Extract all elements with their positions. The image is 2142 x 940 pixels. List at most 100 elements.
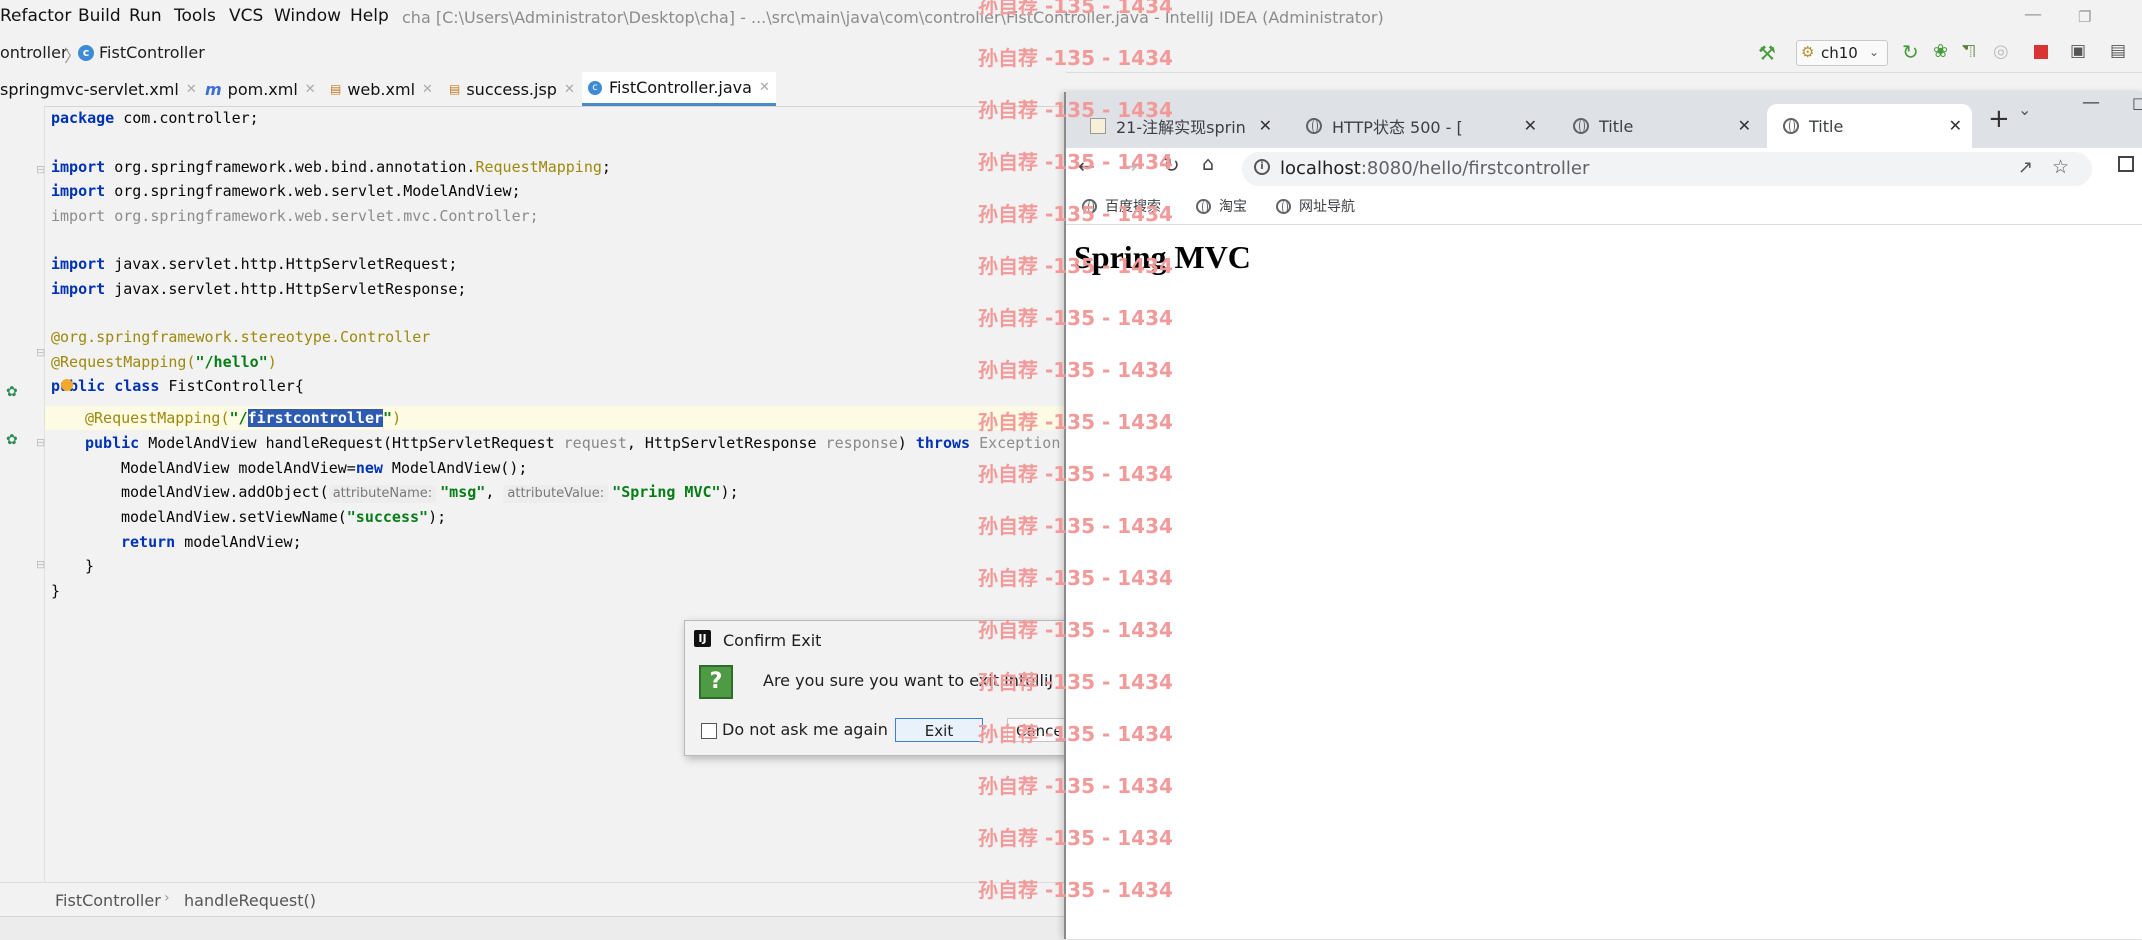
stop-icon[interactable] [2034, 45, 2048, 59]
code-editor[interactable]: package com.controller; import org.sprin… [45, 106, 1066, 882]
project-structure-icon[interactable]: ▣ [2070, 41, 2086, 61]
coverage-icon[interactable]: ⛠ [1962, 41, 1976, 65]
menu-build[interactable]: Build [78, 6, 121, 26]
layout-icon[interactable]: ▤ [2110, 41, 2126, 61]
close-icon[interactable]: ✕ [564, 82, 575, 97]
menu-window[interactable]: Window [274, 6, 341, 26]
watermark-text: 孙自荐 -135 - 1434 [978, 670, 1173, 694]
maximize-icon[interactable]: □ [2132, 94, 2142, 112]
url-text[interactable]: localhost:8080/hello/firstcontroller [1280, 158, 1589, 179]
tab-search-chevron-icon[interactable]: ⌄ [2018, 100, 2031, 119]
menu-vcs[interactable]: VCS [229, 6, 263, 26]
watermark-text: 孙自荐 -135 - 1434 [978, 46, 1173, 70]
menu-help[interactable]: Help [350, 6, 389, 26]
fold-icon[interactable]: ⊟ [36, 346, 45, 359]
fold-icon[interactable]: ⊟ [36, 558, 45, 571]
minimize-icon[interactable]: — [2024, 4, 2042, 25]
watermark-text: 孙自荐 -135 - 1434 [978, 514, 1173, 538]
nav-current[interactable]: FistController [99, 43, 205, 62]
close-icon[interactable]: ✕ [1524, 116, 1537, 135]
breadcrumb-method[interactable]: handleRequest() [184, 891, 316, 910]
close-icon[interactable]: ✕ [186, 82, 197, 97]
close-icon[interactable]: ✕ [759, 80, 770, 95]
breadcrumb-class[interactable]: FistController [55, 891, 161, 910]
maven-icon: m [205, 79, 222, 99]
share-icon[interactable]: ↗ [2018, 157, 2033, 178]
fold-icon[interactable]: ⊟ [36, 436, 45, 449]
browser-tab[interactable]: HTTP状态 500 - [ ✕ [1292, 104, 1547, 148]
dont-ask-label[interactable]: Do not ask me again [722, 720, 888, 739]
close-icon[interactable]: ✕ [1949, 116, 1962, 135]
site-info-icon[interactable]: i [1254, 159, 1270, 175]
close-icon[interactable]: ✕ [305, 82, 316, 97]
build-hammer-icon[interactable]: ⚒ [1758, 41, 1776, 65]
watermark-text: 孙自荐 -135 - 1434 [978, 306, 1173, 330]
fold-icon[interactable]: ⊟ [36, 163, 45, 176]
watermark-text: 孙自荐 -135 - 1434 [978, 98, 1173, 122]
new-tab-plus-icon[interactable]: + [1988, 104, 2010, 134]
code-line: public ModelAndView handleRequest(HttpSe… [85, 434, 1061, 452]
rerun-icon[interactable]: ↻ [1902, 40, 1919, 64]
browser-tab[interactable]: Title ✕ [1559, 104, 1761, 148]
watermark-text: 孙自荐 -135 - 1434 [978, 826, 1173, 850]
request-mapping-gutter-icon[interactable]: ✿ [6, 432, 18, 448]
browser-tab-active[interactable]: Title ✕ [1767, 104, 1972, 148]
tab-success-jsp[interactable]: ▤ success.jsp ✕ [449, 72, 575, 106]
close-icon[interactable]: ✕ [422, 82, 433, 97]
menu-tools[interactable]: Tools [174, 6, 216, 26]
code-line: @org.springframework.stereotype.Controll… [51, 328, 431, 346]
restore-icon[interactable]: ❐ [2078, 8, 2091, 26]
tab-pom-xml[interactable]: m pom.xml ✕ [205, 72, 316, 106]
xml-file-icon: ▤ [330, 82, 342, 96]
watermark-text: 孙自荐 -135 - 1434 [978, 358, 1173, 382]
watermark-text: 孙自荐 -135 - 1434 [978, 410, 1173, 434]
class-icon: c [588, 80, 602, 95]
editor-breadcrumbs: FistController › handleRequest() [0, 882, 1066, 917]
run-config-selector[interactable]: ⚙ ch10 ⌄ [1796, 40, 1888, 66]
dont-ask-checkbox[interactable] [701, 723, 717, 739]
tab-fistcontroller-java[interactable]: c FistController.java ✕ [582, 72, 776, 106]
browser-tab-title: Title [1599, 116, 1634, 136]
star-icon[interactable]: ☆ [2052, 156, 2069, 178]
menu-refactor[interactable]: Refactor [0, 6, 71, 26]
globe-icon [1276, 198, 1291, 214]
exit-button[interactable]: Exit [895, 718, 983, 742]
dialog-title: Confirm Exit [723, 631, 822, 650]
side-panel-icon[interactable] [2118, 156, 2134, 172]
watermark-text: 孙自荐 -135 - 1434 [978, 150, 1173, 174]
tab-label: springmvc-servlet.xml [0, 79, 179, 99]
spring-bean-gutter-icon[interactable]: ✿ [6, 384, 18, 400]
code-line: @RequestMapping("/firstcontroller") [85, 409, 402, 427]
bookmark-item[interactable]: 网址导航 [1276, 196, 1355, 216]
intellij-logo-icon: IJ [694, 630, 711, 647]
bookmark-item[interactable]: 淘宝 [1196, 196, 1247, 216]
menu-run[interactable]: Run [129, 6, 162, 26]
tab-springmvc-servlet-xml[interactable]: springmvc-servlet.xml ✕ [0, 72, 197, 106]
debug-icon[interactable]: ❀ [1933, 41, 1948, 62]
bookmarks-bar: 百度搜索 淘宝 网址导航 [1066, 188, 2142, 225]
tab-label: FistController.java [609, 78, 752, 97]
code-line: import javax.servlet.http.HttpServletReq… [51, 255, 458, 273]
chevron-down-icon: ⌄ [1869, 45, 1880, 59]
home-icon[interactable]: ⌂ [1202, 153, 1214, 175]
close-icon[interactable]: ✕ [1259, 116, 1272, 135]
code-line: modelAndView.setViewName("success"); [121, 508, 447, 526]
code-line: public class FistController{ [51, 377, 304, 395]
watermark-text: 孙自荐 -135 - 1434 [978, 566, 1173, 590]
breadcrumb-separator-icon: › [164, 890, 170, 906]
code-line: import org.springframework.web.servlet.M… [51, 182, 521, 200]
globe-icon [1306, 118, 1322, 134]
tab-label: web.xml [347, 79, 416, 99]
profile-icon[interactable]: ◎ [1993, 41, 2009, 62]
nav-parent[interactable]: ontroller [0, 43, 68, 62]
browser-toolbar: ← → ↻ ⌂ i localhost:8080/hello/firstcont… [1066, 148, 2142, 188]
tab-web-xml[interactable]: ▤ web.xml ✕ [330, 72, 433, 106]
close-icon[interactable]: ✕ [1738, 116, 1751, 135]
bulb-icon[interactable] [61, 379, 73, 391]
watermark-text: 孙自荐 -135 - 1434 [978, 618, 1173, 642]
url-host: localhost [1280, 158, 1361, 179]
question-icon: ? [699, 665, 733, 699]
minimize-icon[interactable]: — [2082, 92, 2100, 113]
code-line: } [51, 582, 61, 600]
address-bar[interactable]: i localhost:8080/hello/firstcontroller ↗… [1242, 152, 2092, 186]
